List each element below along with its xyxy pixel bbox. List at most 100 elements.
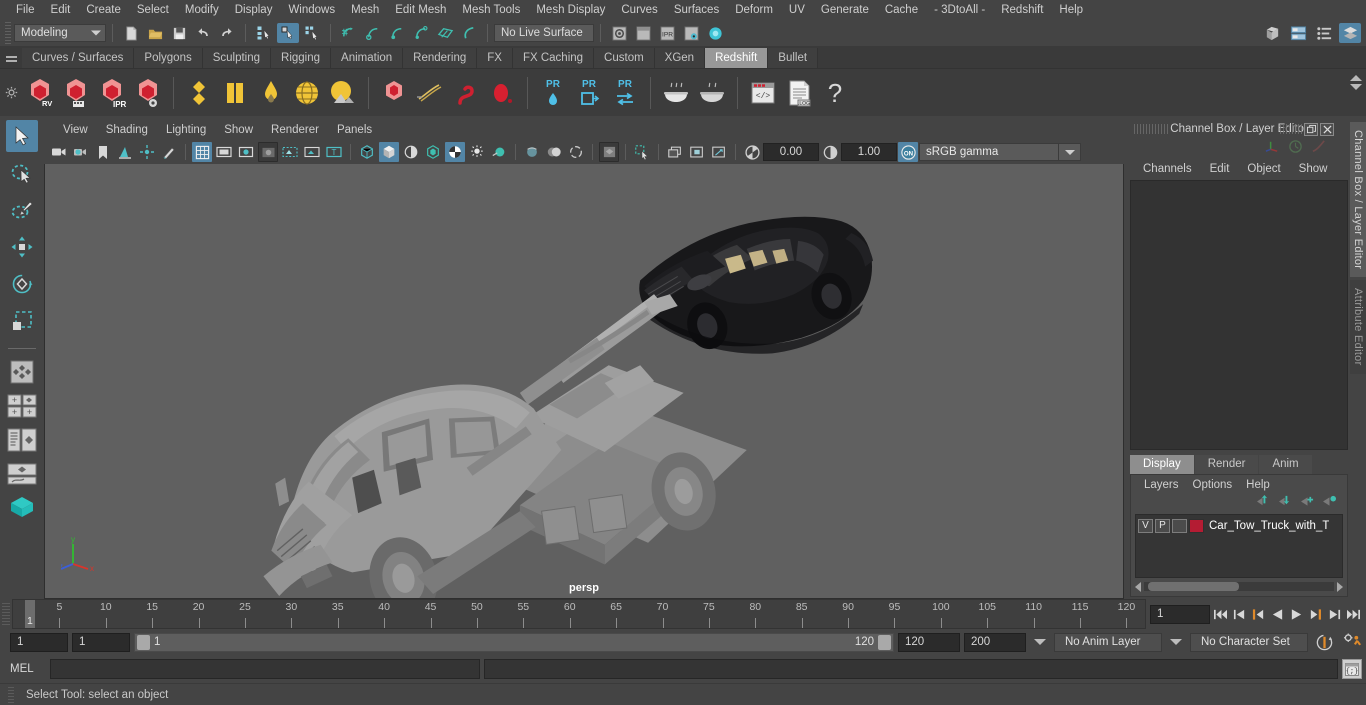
perspective-viewport[interactable]: y x z persp <box>44 164 1124 599</box>
step-forward-frame-icon[interactable] <box>1307 604 1324 624</box>
show-hide-channel-box-icon[interactable] <box>1339 23 1361 43</box>
layer-shading-toggle[interactable] <box>1172 518 1187 533</box>
show-hide-attribute-editor-icon[interactable] <box>1287 23 1309 43</box>
expand-view-icon[interactable] <box>709 142 729 162</box>
auto-keyframe-icon[interactable] <box>1312 633 1336 652</box>
scroll-right-icon[interactable] <box>1337 581 1343 592</box>
channel-box-content[interactable] <box>1130 180 1348 450</box>
make-live-icon[interactable] <box>458 23 480 43</box>
tab-anim[interactable]: Anim <box>1259 455 1312 474</box>
go-to-start-icon[interactable] <box>1212 604 1229 624</box>
last-tool-used-button[interactable] <box>5 357 39 387</box>
animation-start-field[interactable]: 1 <box>10 632 68 652</box>
snapshot-view-icon[interactable] <box>687 142 707 162</box>
persp-graph-layout-button[interactable] <box>5 459 39 489</box>
shelf-tab-polygons[interactable]: Polygons <box>134 48 203 68</box>
layer-editor-menu-help[interactable]: Help <box>1239 479 1277 491</box>
command-output[interactable] <box>484 659 1338 679</box>
animation-end-field[interactable]: 200 <box>964 632 1026 652</box>
exposure-icon[interactable] <box>742 142 762 162</box>
redshift-volume-icon[interactable] <box>449 72 483 114</box>
channel-box-menu-show[interactable]: Show <box>1290 163 1337 175</box>
menu-item-cache[interactable]: Cache <box>877 0 926 20</box>
new-layer-from-selected-icon[interactable] <box>1322 495 1337 511</box>
anim-layer-selector[interactable]: No Anim Layer <box>1054 632 1162 652</box>
shadows-icon[interactable] <box>467 142 487 162</box>
menu-item-generate[interactable]: Generate <box>813 0 877 20</box>
exposure-field[interactable]: 0.00 <box>763 143 819 161</box>
live-surface-field[interactable]: No Live Surface <box>494 24 594 42</box>
multisample-icon[interactable] <box>544 142 564 162</box>
range-slider-left-handle[interactable] <box>137 634 150 650</box>
command-language-label[interactable]: MEL <box>10 663 46 675</box>
layer-playback-toggle[interactable]: P <box>1155 518 1170 533</box>
redshift-script-icon[interactable]: </> <box>746 72 780 114</box>
menu-item-deform[interactable]: Deform <box>727 0 781 20</box>
motion-blur-icon[interactable] <box>522 142 542 162</box>
shelf-tab-custom[interactable]: Custom <box>594 48 655 68</box>
select-hierarchy-icon[interactable] <box>253 23 275 43</box>
layer-row[interactable]: V P Car_Tow_Truck_with_T <box>1136 517 1342 534</box>
channel-box-menu-edit[interactable]: Edit <box>1201 163 1239 175</box>
layer-list[interactable]: V P Car_Tow_Truck_with_T <box>1135 514 1343 578</box>
shelf-options-icon[interactable] <box>0 69 22 117</box>
smooth-shade-icon[interactable] <box>379 142 399 162</box>
range-slider-right-handle[interactable] <box>878 634 891 650</box>
marquee-select-icon[interactable] <box>632 142 652 162</box>
redshift-material-blend-icon[interactable] <box>218 72 252 114</box>
redshift-render-sequence-icon[interactable] <box>59 72 93 114</box>
curve-icon[interactable] <box>1311 139 1326 157</box>
viewport-menu-lighting[interactable]: Lighting <box>157 124 215 136</box>
isolate-select-icon[interactable] <box>566 142 586 162</box>
step-forward-keyframe-icon[interactable] <box>1326 604 1343 624</box>
side-tab-channel-box[interactable]: Channel Box / Layer Editor <box>1350 122 1366 278</box>
snap-grid-icon[interactable] <box>338 23 360 43</box>
move-layer-down-icon[interactable] <box>1278 495 1293 511</box>
shelf-tab-xgen[interactable]: XGen <box>654 48 706 68</box>
bookmark-icon[interactable] <box>93 142 113 162</box>
open-scene-icon[interactable] <box>144 23 166 43</box>
camera-icon[interactable] <box>49 142 69 162</box>
render-view-icon[interactable] <box>608 23 630 43</box>
shelf-tab-redshift[interactable]: Redshift <box>705 48 769 68</box>
outliner-persp-layout-button[interactable] <box>5 425 39 455</box>
redshift-pr-export-icon[interactable]: PR <box>572 72 606 114</box>
viewport-menu-shading[interactable]: Shading <box>97 124 157 136</box>
xray-icon[interactable] <box>280 142 300 162</box>
select-object-icon[interactable] <box>277 23 299 43</box>
close-icon[interactable] <box>1320 122 1334 136</box>
character-set-chevron-down-icon[interactable] <box>1170 639 1182 645</box>
move-layer-up-icon[interactable] <box>1256 495 1271 511</box>
clock-icon[interactable] <box>1288 139 1303 157</box>
snap-projected-center-icon[interactable] <box>410 23 432 43</box>
help-line-grip[interactable] <box>8 686 14 703</box>
layer-color-swatch[interactable] <box>1189 518 1204 533</box>
redshift-render-settings-icon[interactable] <box>131 72 165 114</box>
tab-display[interactable]: Display <box>1130 455 1194 474</box>
menu-item-mesh-tools[interactable]: Mesh Tools <box>454 0 528 20</box>
menu-item-select[interactable]: Select <box>129 0 177 20</box>
grid-icon[interactable] <box>192 142 212 162</box>
show-hide-modeling-toolkit-icon[interactable] <box>1261 23 1283 43</box>
current-frame-field[interactable]: 1 <box>1150 604 1210 624</box>
move-tool-button[interactable] <box>6 231 38 263</box>
step-back-frame-icon[interactable] <box>1250 604 1267 624</box>
hypershade-layout-button[interactable] <box>5 493 39 523</box>
undo-icon[interactable] <box>192 23 214 43</box>
redshift-hair-icon[interactable] <box>413 72 447 114</box>
scale-tool-button[interactable] <box>6 305 38 337</box>
resolution-gate-icon[interactable] <box>236 142 256 162</box>
save-scene-icon[interactable] <box>168 23 190 43</box>
menu-item-mesh-display[interactable]: Mesh Display <box>528 0 613 20</box>
redshift-bake-icon[interactable] <box>659 72 693 114</box>
color-management-toggle-icon[interactable]: ON <box>898 142 918 162</box>
select-tool-button[interactable] <box>6 120 38 152</box>
paint-select-tool-button[interactable] <box>6 194 38 226</box>
viewport-menu-show[interactable]: Show <box>215 124 262 136</box>
snap-view-plane-icon[interactable] <box>434 23 456 43</box>
menu-item-curves[interactable]: Curves <box>613 0 665 20</box>
viewport-menu-panels[interactable]: Panels <box>328 124 381 136</box>
menu-set-selector[interactable]: Modeling <box>14 24 106 42</box>
menu-item-display[interactable]: Display <box>227 0 281 20</box>
duplicate-view-icon[interactable] <box>665 142 685 162</box>
